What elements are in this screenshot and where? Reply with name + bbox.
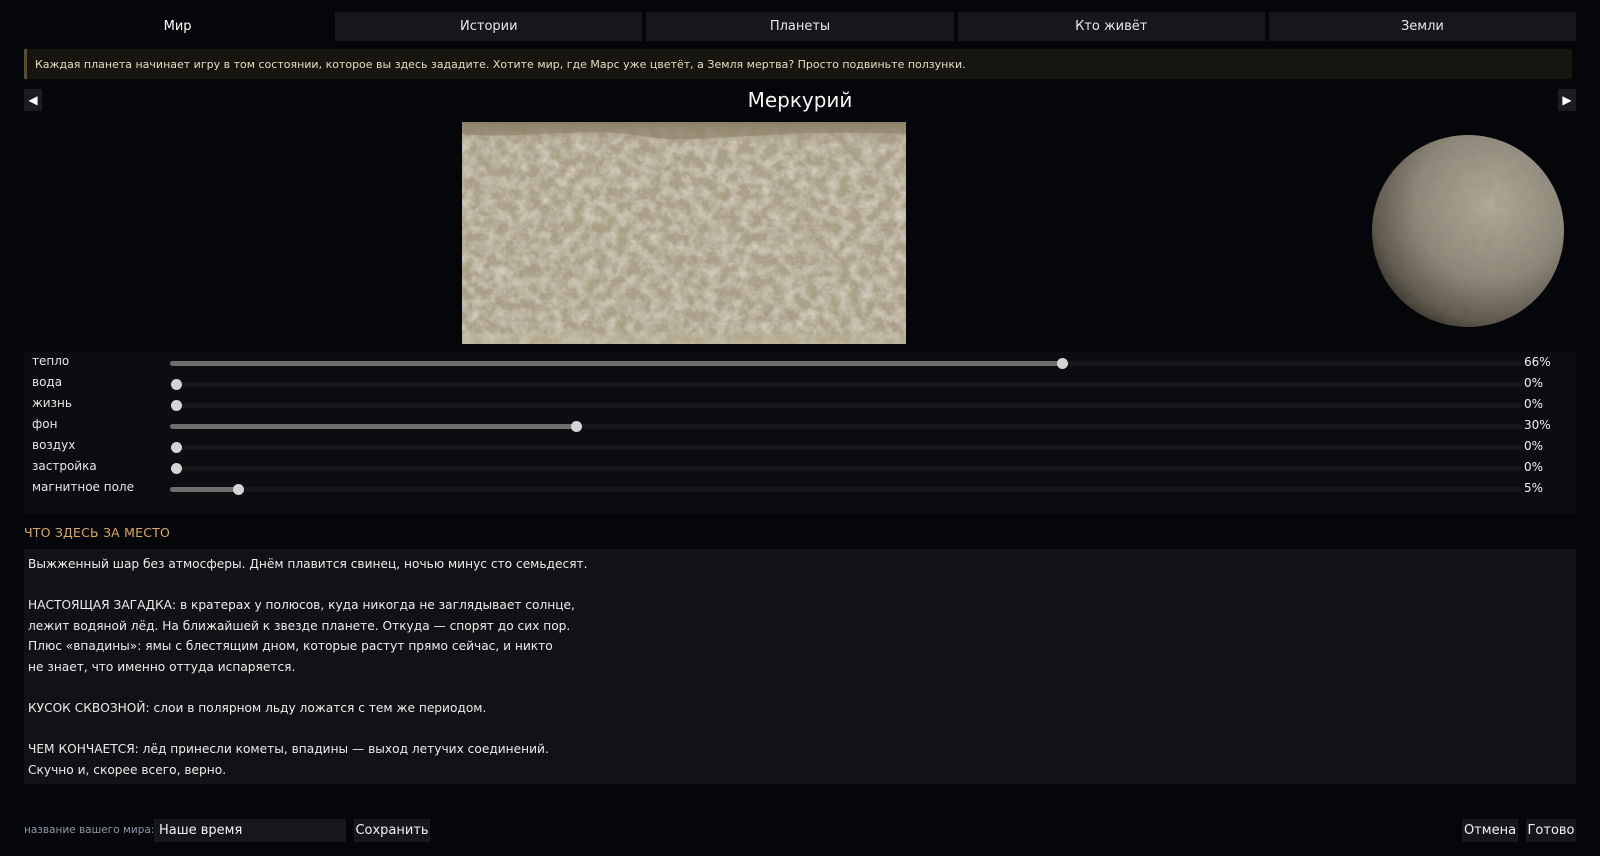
slider-handle[interactable] xyxy=(171,400,182,411)
slider-row-magnetic-field: магнитное поле 5% xyxy=(24,478,1576,499)
slider-label: жизнь xyxy=(32,396,72,410)
planet-globe xyxy=(1370,132,1566,330)
cancel-button[interactable]: Отмена xyxy=(1462,819,1518,842)
planet-surface-map xyxy=(462,122,906,344)
slider-label: застройка xyxy=(32,459,97,473)
tab-world[interactable]: Мир xyxy=(24,12,332,41)
slider-heat[interactable] xyxy=(170,358,1522,369)
description-paragraph: ЧЕМ КОНЧАЕТСЯ: лёд принесли кометы, впад… xyxy=(28,742,549,777)
slider-water[interactable] xyxy=(170,379,1522,390)
slider-row-air: воздух 0% xyxy=(24,436,1576,457)
info-banner: Каждая планета начинает игру в том состо… xyxy=(24,49,1572,79)
planet-parameters-panel: тепло 66% вода 0% жизнь 0% фон 30% возду… xyxy=(24,352,1576,514)
save-button[interactable]: Сохранить xyxy=(354,819,430,842)
slider-life[interactable] xyxy=(170,400,1522,411)
slider-fill xyxy=(170,487,238,492)
description-paragraph: КУСОК СКВОЗНОЙ: слои в полярном льду лож… xyxy=(28,701,487,716)
tab-planets[interactable]: Планеты xyxy=(646,12,954,41)
slider-label: магнитное поле xyxy=(32,480,134,494)
section-title: ЧТО ЗДЕСЬ ЗА МЕСТО xyxy=(24,525,170,540)
slider-label: вода xyxy=(32,375,63,389)
slider-label: тепло xyxy=(32,354,70,368)
slider-handle[interactable] xyxy=(171,442,182,453)
slider-row-heat: тепло 66% xyxy=(24,352,1576,373)
slider-value: 30% xyxy=(1524,418,1551,432)
slider-value: 0% xyxy=(1524,376,1544,390)
slider-fill xyxy=(170,361,1063,366)
slider-label: фон xyxy=(32,417,58,431)
slider-background[interactable] xyxy=(170,421,1522,432)
slider-magnetic-field[interactable] xyxy=(170,484,1522,495)
slider-value: 5% xyxy=(1524,481,1544,495)
slider-value: 0% xyxy=(1524,460,1544,474)
next-planet-button[interactable]: ▶ xyxy=(1558,89,1576,111)
slider-development[interactable] xyxy=(170,463,1522,474)
description-paragraph: НАСТОЯЩАЯ ЗАГАДКА: в кратерах у полюсов,… xyxy=(28,598,575,674)
slider-handle[interactable] xyxy=(570,421,582,432)
slider-row-water: вода 0% xyxy=(24,373,1576,394)
planet-name: Меркурий xyxy=(747,88,853,112)
chevron-right-icon: ▶ xyxy=(1562,93,1572,107)
slider-handle[interactable] xyxy=(171,379,182,390)
slider-value: 0% xyxy=(1524,439,1544,453)
slider-value: 66% xyxy=(1524,355,1551,369)
slider-value: 0% xyxy=(1524,397,1544,411)
slider-label: воздух xyxy=(32,438,76,452)
done-button[interactable]: Готово xyxy=(1526,819,1576,842)
slider-row-development: застройка 0% xyxy=(24,457,1576,478)
tab-inhabitants[interactable]: Кто живёт xyxy=(957,12,1265,41)
slider-handle[interactable] xyxy=(171,463,182,474)
planet-description: Выжженный шар без атмосферы. Днём плавит… xyxy=(24,549,1576,784)
slider-row-background: фон 30% xyxy=(24,415,1576,436)
slider-row-life: жизнь 0% xyxy=(24,394,1576,415)
slider-handle[interactable] xyxy=(232,484,244,495)
world-name-label: название вашего мира: xyxy=(24,824,155,836)
info-banner-text: Каждая планета начинает игру в том состо… xyxy=(35,57,966,71)
tab-bar: Мир Истории Планеты Кто живёт Земли xyxy=(24,12,1577,41)
world-name-input[interactable] xyxy=(154,819,346,842)
slider-fill xyxy=(170,424,576,429)
slider-air[interactable] xyxy=(170,442,1522,453)
tab-stories[interactable]: Истории xyxy=(335,12,643,41)
slider-handle[interactable] xyxy=(1057,358,1069,369)
tab-lands[interactable]: Земли xyxy=(1268,12,1577,41)
description-paragraph: Выжженный шар без атмосферы. Днём плавит… xyxy=(28,557,588,571)
